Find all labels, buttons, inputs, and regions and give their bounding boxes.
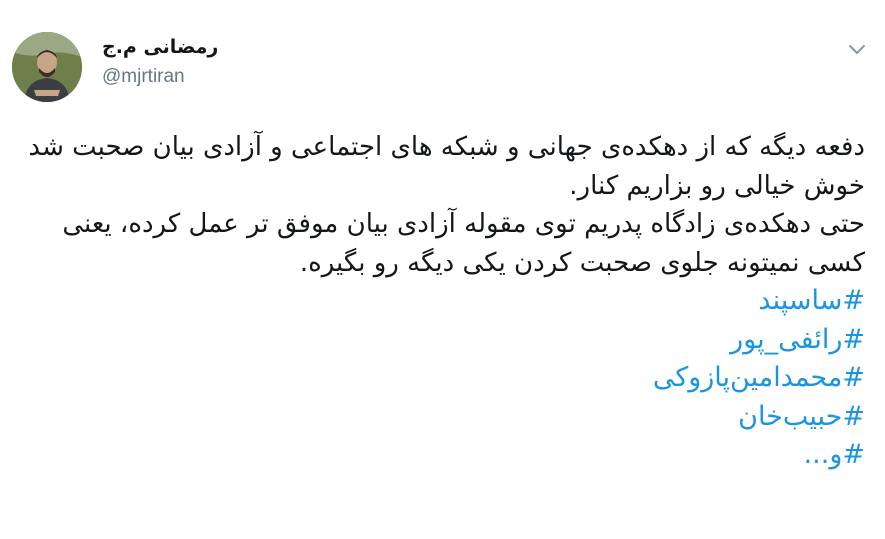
tweet-paragraph: دفعه دیگه که از دهکده‌ی جهانی و شبکه های… bbox=[20, 132, 865, 201]
tweet-paragraph: حتی دهکده‌ی زادگاه پدریم توی مقوله آزادی… bbox=[54, 209, 865, 278]
tweet-text: دفعه دیگه که از دهکده‌ی جهانی و شبکه های… bbox=[15, 128, 865, 475]
author-handle[interactable]: @mjrtiran bbox=[102, 67, 218, 86]
author-display-name[interactable]: رمضانی م.ج bbox=[102, 38, 218, 57]
hashtag-link[interactable]: #حبیب‌خان bbox=[15, 398, 865, 437]
tweet-card: رمضانی م.ج @mjrtiran دفعه دیگه که از دهک… bbox=[0, 0, 885, 539]
profile-photo bbox=[12, 32, 82, 102]
hashtag-link[interactable]: #ساسپند bbox=[15, 282, 865, 321]
author-avatar[interactable] bbox=[12, 32, 82, 102]
chevron-down-icon[interactable] bbox=[847, 42, 867, 56]
hashtag-link[interactable]: #محمدامین‌پازوکی bbox=[15, 359, 865, 398]
hashtag-link[interactable]: #و... bbox=[15, 436, 865, 475]
hashtag-link[interactable]: #رائفی_پور bbox=[15, 321, 865, 360]
author-block: رمضانی م.ج @mjrtiran bbox=[102, 38, 218, 87]
